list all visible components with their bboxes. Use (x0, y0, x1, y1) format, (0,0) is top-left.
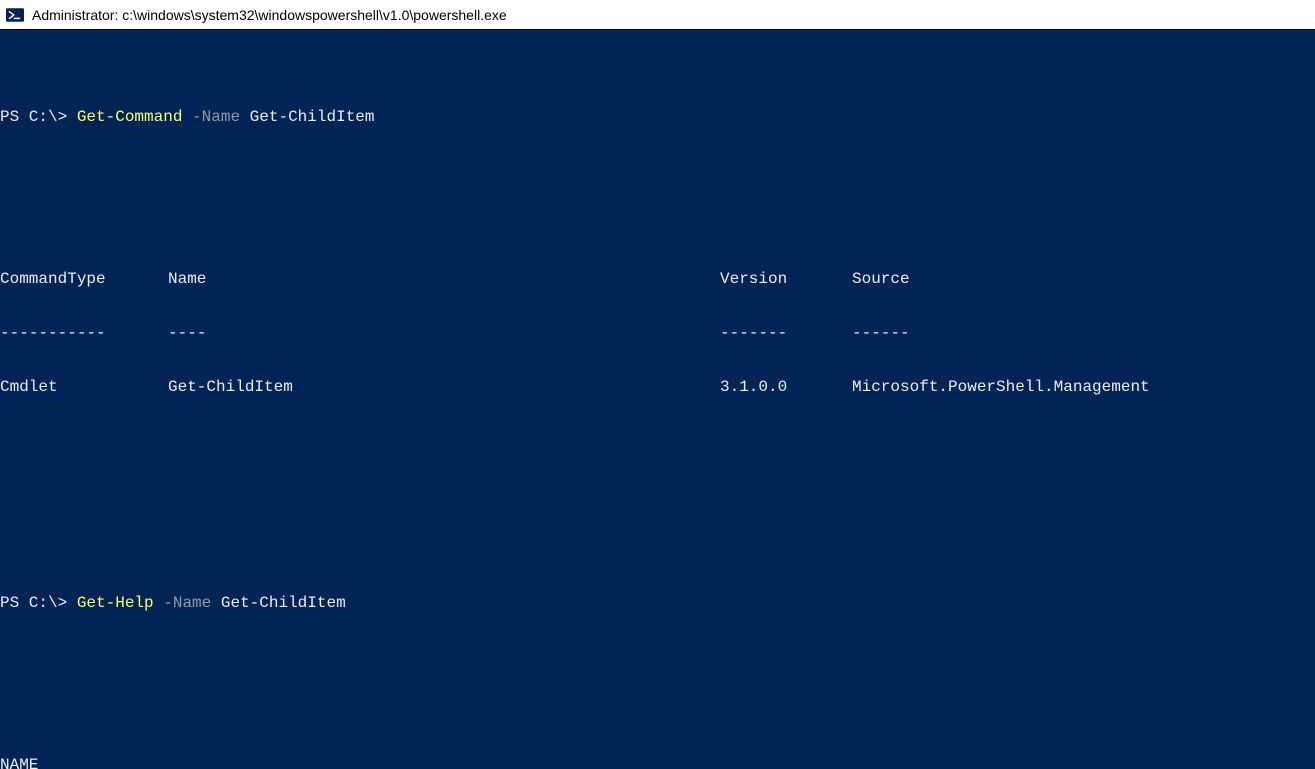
command-name: Get-Help (77, 594, 154, 612)
prompt-text: PS C:\> (0, 108, 77, 126)
col-header-name: Name (168, 270, 720, 288)
table-header: CommandType Name Version Source (0, 270, 1315, 288)
table-underline: ----------- ---- ------- ------ (0, 324, 1315, 342)
help-name-header: NAME (0, 756, 1315, 769)
powershell-icon (6, 6, 24, 24)
window-titlebar[interactable]: Administrator: c:\windows\system32\windo… (0, 0, 1315, 30)
window-title: Administrator: c:\windows\system32\windo… (32, 7, 507, 23)
col-header-type: CommandType (0, 270, 168, 288)
cell-version: 3.1.0.0 (720, 378, 852, 396)
prompt-line-2: PS C:\> Get-Help -Name Get-ChildItem (0, 594, 1315, 612)
cell-name: Get-ChildItem (168, 378, 720, 396)
cell-type: Cmdlet (0, 378, 168, 396)
blank-line (0, 180, 1315, 198)
col-header-version: Version (720, 270, 852, 288)
blank-line (0, 504, 1315, 522)
col-header-source: Source (852, 270, 1315, 288)
cell-source: Microsoft.PowerShell.Management (852, 378, 1315, 396)
prompt-line-1: PS C:\> Get-Command -Name Get-ChildItem (0, 108, 1315, 126)
blank-line (0, 450, 1315, 468)
command-arg: Get-ChildItem (221, 594, 346, 612)
table-row: Cmdlet Get-ChildItem 3.1.0.0 Microsoft.P… (0, 378, 1315, 396)
command-arg: Get-ChildItem (250, 108, 375, 126)
command-param: -Name (163, 594, 211, 612)
blank-line (0, 666, 1315, 684)
command-name: Get-Command (77, 108, 183, 126)
command-param: -Name (192, 108, 240, 126)
console-output[interactable]: PS C:\> Get-Command -Name Get-ChildItem … (0, 30, 1315, 769)
